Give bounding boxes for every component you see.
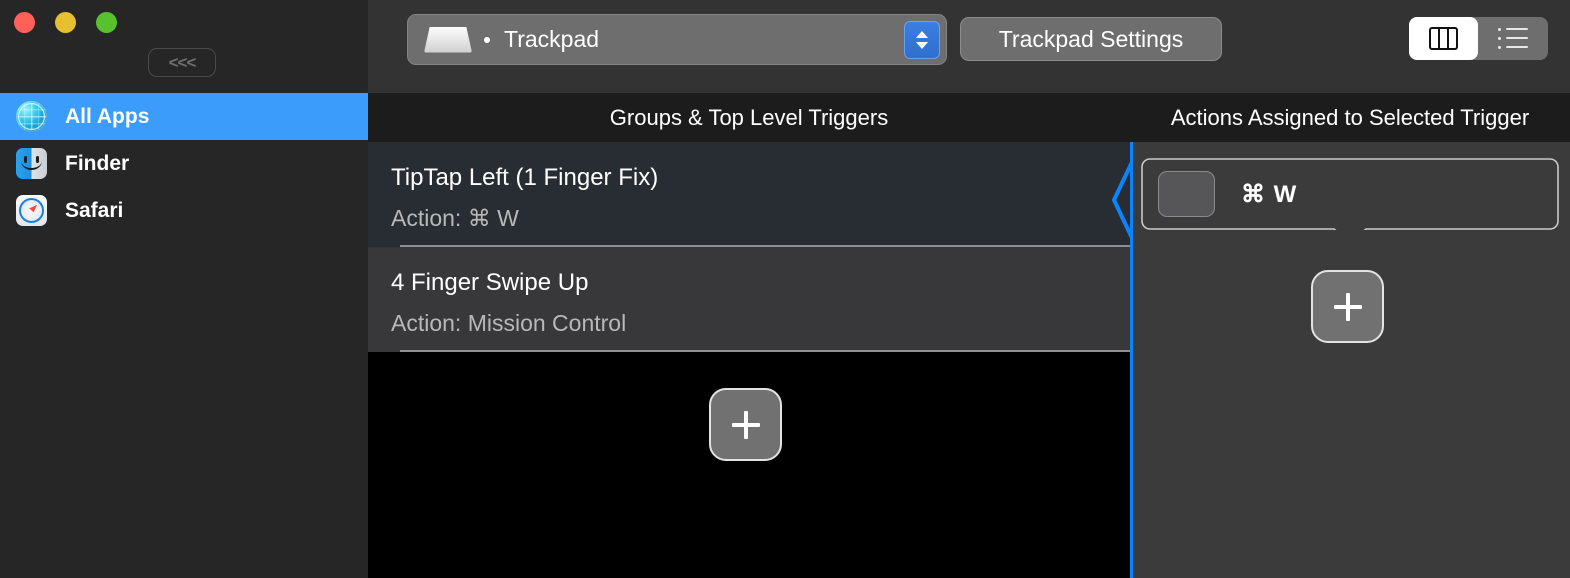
app-sidebar: <<< All Apps Finder Safari xyxy=(0,0,368,578)
trackpad-settings-button[interactable]: Trackpad Settings xyxy=(960,17,1222,61)
table-row[interactable]: 4 Finger Swipe Up Action: Mission Contro… xyxy=(368,247,1130,352)
action-label: ⌘ W xyxy=(1241,180,1298,208)
collapse-sidebar-label: <<< xyxy=(168,52,197,72)
assigned-action-card[interactable]: ⌘ W xyxy=(1141,158,1559,230)
sidebar-item-safari[interactable]: Safari xyxy=(0,187,368,234)
zoom-window-button[interactable] xyxy=(96,12,117,33)
plus-icon xyxy=(731,410,760,439)
finder-icon xyxy=(16,148,47,179)
actions-pane: ⌘ W xyxy=(1133,142,1570,578)
sidebar-item-label: Safari xyxy=(65,198,124,222)
sidebar-item-all-apps[interactable]: All Apps xyxy=(0,93,368,140)
app-list: All Apps Finder Safari xyxy=(0,93,368,234)
device-select-value: Trackpad xyxy=(504,26,600,52)
separator-dot-icon xyxy=(484,36,490,43)
column-headers: Groups & Top Level Triggers Actions Assi… xyxy=(368,93,1570,142)
globe-icon xyxy=(16,101,47,132)
close-window-button[interactable] xyxy=(14,12,35,33)
trigger-list: TipTap Left (1 Finger Fix) Action: ⌘ W 4… xyxy=(368,142,1130,352)
row-separator xyxy=(400,350,1130,352)
safari-icon xyxy=(16,195,47,226)
actions-column-header: Actions Assigned to Selected Trigger xyxy=(1170,104,1530,130)
column-view-icon xyxy=(1429,27,1458,50)
collapse-sidebar-button[interactable]: <<< xyxy=(148,48,216,77)
trigger-action: Action: ⌘ W xyxy=(391,205,519,231)
triggers-pane: TipTap Left (1 Finger Fix) Action: ⌘ W 4… xyxy=(368,142,1130,578)
column-view-button[interactable] xyxy=(1409,17,1478,60)
trackpad-settings-label: Trackpad Settings xyxy=(998,25,1184,52)
list-view-icon xyxy=(1497,27,1528,50)
window-controls xyxy=(14,12,117,33)
list-view-button[interactable] xyxy=(1478,17,1547,60)
trackpad-icon xyxy=(424,27,472,53)
sidebar-item-label: All Apps xyxy=(65,104,150,128)
sidebar-item-finder[interactable]: Finder xyxy=(0,140,368,187)
add-action-button[interactable] xyxy=(1311,270,1384,343)
minimize-window-button[interactable] xyxy=(55,12,76,33)
plus-icon xyxy=(1333,292,1362,321)
device-select-dropdown[interactable]: Trackpad xyxy=(407,14,947,65)
trigger-title: TipTap Left (1 Finger Fix) xyxy=(391,164,659,191)
selection-chevron-icon xyxy=(1110,160,1134,240)
trigger-title: 4 Finger Swipe Up xyxy=(391,269,589,296)
top-toolbar: Trackpad Trackpad Settings xyxy=(368,0,1570,93)
trigger-action: Action: Mission Control xyxy=(391,310,627,336)
stepper-up-down-icon[interactable] xyxy=(904,21,940,59)
sidebar-item-label: Finder xyxy=(65,151,130,175)
table-row[interactable]: TipTap Left (1 Finger Fix) Action: ⌘ W xyxy=(368,142,1130,247)
view-mode-toggle xyxy=(1409,17,1548,60)
groups-column-header: Groups & Top Level Triggers xyxy=(609,104,889,130)
add-trigger-button[interactable] xyxy=(709,388,782,461)
action-thumbnail xyxy=(1158,171,1215,217)
bettertouchtool-window: <<< All Apps Finder Safari Trackpad Trac… xyxy=(0,0,1570,578)
